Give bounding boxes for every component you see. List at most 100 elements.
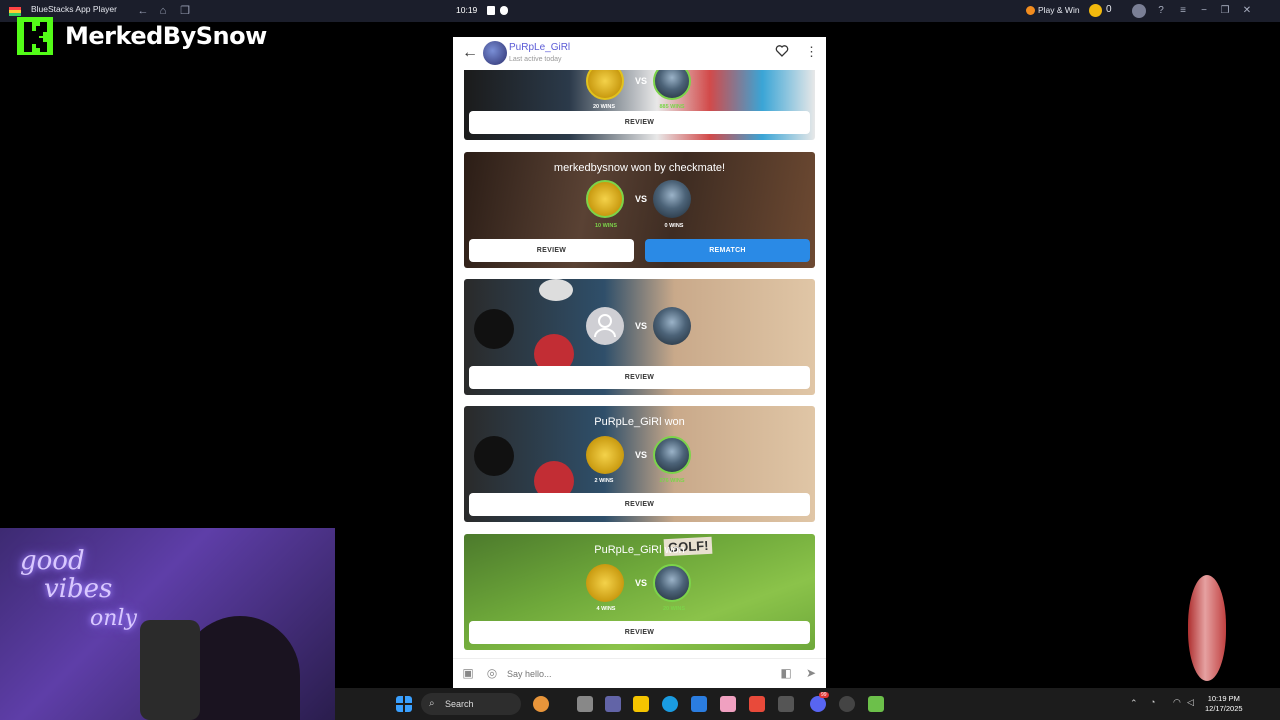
vs-label: VS — [635, 194, 648, 204]
taskbar-clock[interactable]: 10:19 PM 12/17/2025 — [1205, 694, 1243, 714]
clock-time: 10:19 PM — [1207, 694, 1240, 703]
app-icon[interactable] — [778, 696, 794, 712]
screen: BlueStacks App Player ← ⌂ ❐ 10:19 Play &… — [0, 0, 1280, 720]
left-wins: 2 WINS — [594, 478, 614, 484]
review-button[interactable]: REVIEW — [469, 493, 810, 516]
contact-avatar[interactable] — [483, 41, 507, 65]
left-wins: 10 WINS — [594, 223, 617, 229]
game-controller-icon[interactable]: ◎ — [485, 666, 499, 680]
wifi-icon[interactable]: ◠ — [1173, 697, 1181, 708]
app-icon[interactable] — [720, 696, 736, 712]
neon-sign-line3: only — [90, 606, 137, 631]
bluestacks-icon[interactable] — [868, 696, 884, 712]
checker-piece — [474, 309, 514, 349]
windows-taskbar: ⌕ Search 99 ⌃ ◔ ◠ ◁ 10:19 PM 12/17/2025 — [335, 688, 1280, 720]
sticker-icon[interactable]: ◧ — [779, 666, 793, 680]
neon-sign-line1: good — [20, 546, 85, 576]
vs-label: VS — [635, 321, 648, 331]
player-right-avatar[interactable] — [653, 180, 691, 218]
close-icon[interactable]: ✕ — [1239, 3, 1255, 19]
help-icon[interactable]: ? — [1153, 3, 1169, 19]
edge-icon[interactable] — [662, 696, 678, 712]
copilot-icon[interactable] — [749, 696, 765, 712]
profile-avatar-icon[interactable] — [1132, 4, 1146, 18]
volume-icon[interactable]: ◁ — [1187, 697, 1194, 708]
neon-sign-line2: vibes — [44, 574, 113, 604]
player-left-avatar[interactable] — [586, 436, 624, 474]
back-icon[interactable]: ← — [136, 4, 150, 18]
game-card: GOLF! PuRpLe_GiRl won VS 4 WINS 20 WINS … — [464, 534, 815, 650]
game-result-text: PuRpLe_GiRl won — [594, 416, 685, 428]
stream-coin-graphic — [1188, 575, 1226, 681]
right-wins: 0 WINS — [664, 223, 684, 229]
player-left-avatar[interactable] — [586, 564, 624, 602]
game-card: merkedbysnow won by checkmate! VS 10 WIN… — [464, 152, 815, 268]
game-card: PuRpLe_GiRl won VS 2 WINS 276 WINS REVIE… — [464, 406, 815, 522]
chat-header: ← PuRpLe_GiRl Last active today ⋮ — [453, 37, 826, 70]
notification-badge: 99 — [819, 692, 829, 698]
heart-icon[interactable] — [775, 44, 789, 58]
player-left-avatar[interactable] — [586, 307, 624, 345]
vs-label: VS — [635, 76, 648, 86]
player-right-avatar[interactable] — [653, 436, 691, 474]
android-time: 10:19 — [456, 5, 478, 15]
coin-count: 0 — [1106, 4, 1112, 15]
player-left-avatar[interactable] — [586, 180, 624, 218]
home-icon[interactable]: ⌂ — [156, 4, 170, 18]
task-view-icon[interactable] — [577, 696, 593, 712]
obs-icon[interactable] — [839, 696, 855, 712]
kick-logo-icon — [17, 17, 53, 55]
bluestacks-logo-icon — [9, 7, 21, 16]
vs-label: VS — [635, 578, 648, 588]
tray-app-icon[interactable]: ◔ — [1150, 697, 1155, 707]
play-win-icon — [1026, 5, 1035, 15]
gaming-chair — [140, 620, 200, 720]
right-wins: 276 WINS — [659, 478, 685, 484]
search-label: Search — [445, 699, 474, 709]
store-icon[interactable] — [691, 696, 707, 712]
left-wins: 4 WINS — [596, 606, 616, 612]
game-result-text: merkedbysnow won by checkmate! — [553, 162, 726, 174]
clock-date: 12/17/2025 — [1205, 704, 1243, 713]
message-input[interactable] — [507, 667, 767, 681]
discord-icon[interactable] — [810, 696, 826, 712]
review-button[interactable]: REVIEW — [469, 366, 810, 389]
more-options-icon[interactable]: ⋮ — [805, 44, 818, 60]
checker-piece — [539, 279, 573, 301]
restore-icon[interactable]: ❐ — [1217, 3, 1233, 19]
webcam-overlay: good vibes only — [0, 528, 335, 720]
gallery-icon[interactable]: ▣ — [461, 666, 475, 680]
back-arrow-icon[interactable]: ← — [462, 44, 478, 62]
stream-branding: MerkedBySnow — [17, 17, 267, 55]
search-icon: ⌕ — [429, 698, 435, 709]
menu-icon[interactable]: ≡ — [1175, 3, 1191, 19]
review-button[interactable]: REVIEW — [469, 239, 634, 262]
review-button[interactable]: REVIEW — [469, 621, 810, 644]
game-result-text: PuRpLe_GiRl won — [594, 544, 685, 556]
game-card: VS 20 WINS 885 WINS REVIEW — [464, 70, 815, 140]
windows-start-icon[interactable] — [396, 696, 412, 712]
left-wins: 20 WINS — [592, 104, 615, 110]
review-button[interactable]: REVIEW — [469, 111, 810, 134]
tray-chevron-icon[interactable]: ⌃ — [1130, 698, 1138, 709]
teams-icon[interactable] — [605, 696, 621, 712]
right-wins: 20 WINS — [662, 606, 685, 612]
notification-icon — [487, 6, 495, 15]
multi-instance-icon[interactable]: ❐ — [178, 4, 192, 18]
widget-icon[interactable] — [533, 696, 549, 712]
contact-username[interactable]: PuRpLe_GiRl — [509, 42, 570, 53]
taskbar-search[interactable]: ⌕ Search — [421, 693, 521, 715]
play-and-win-button[interactable]: Play & Win — [1026, 5, 1080, 15]
chat-feed[interactable]: VS 20 WINS 885 WINS REVIEW merkedbysnow … — [453, 70, 826, 658]
file-explorer-icon[interactable] — [633, 696, 649, 712]
player-right-avatar[interactable] — [653, 564, 691, 602]
android-screen: ← PuRpLe_GiRl Last active today ⋮ VS 20 … — [453, 37, 826, 688]
app-title: BlueStacks App Player — [31, 4, 117, 14]
minimize-icon[interactable]: − — [1196, 3, 1212, 19]
vs-label: VS — [635, 450, 648, 460]
rematch-button[interactable]: REMATCH — [645, 239, 810, 262]
right-wins: 885 WINS — [659, 104, 685, 110]
send-icon[interactable]: ➤ — [804, 666, 818, 680]
status-icon — [500, 6, 508, 15]
player-right-avatar[interactable] — [653, 307, 691, 345]
